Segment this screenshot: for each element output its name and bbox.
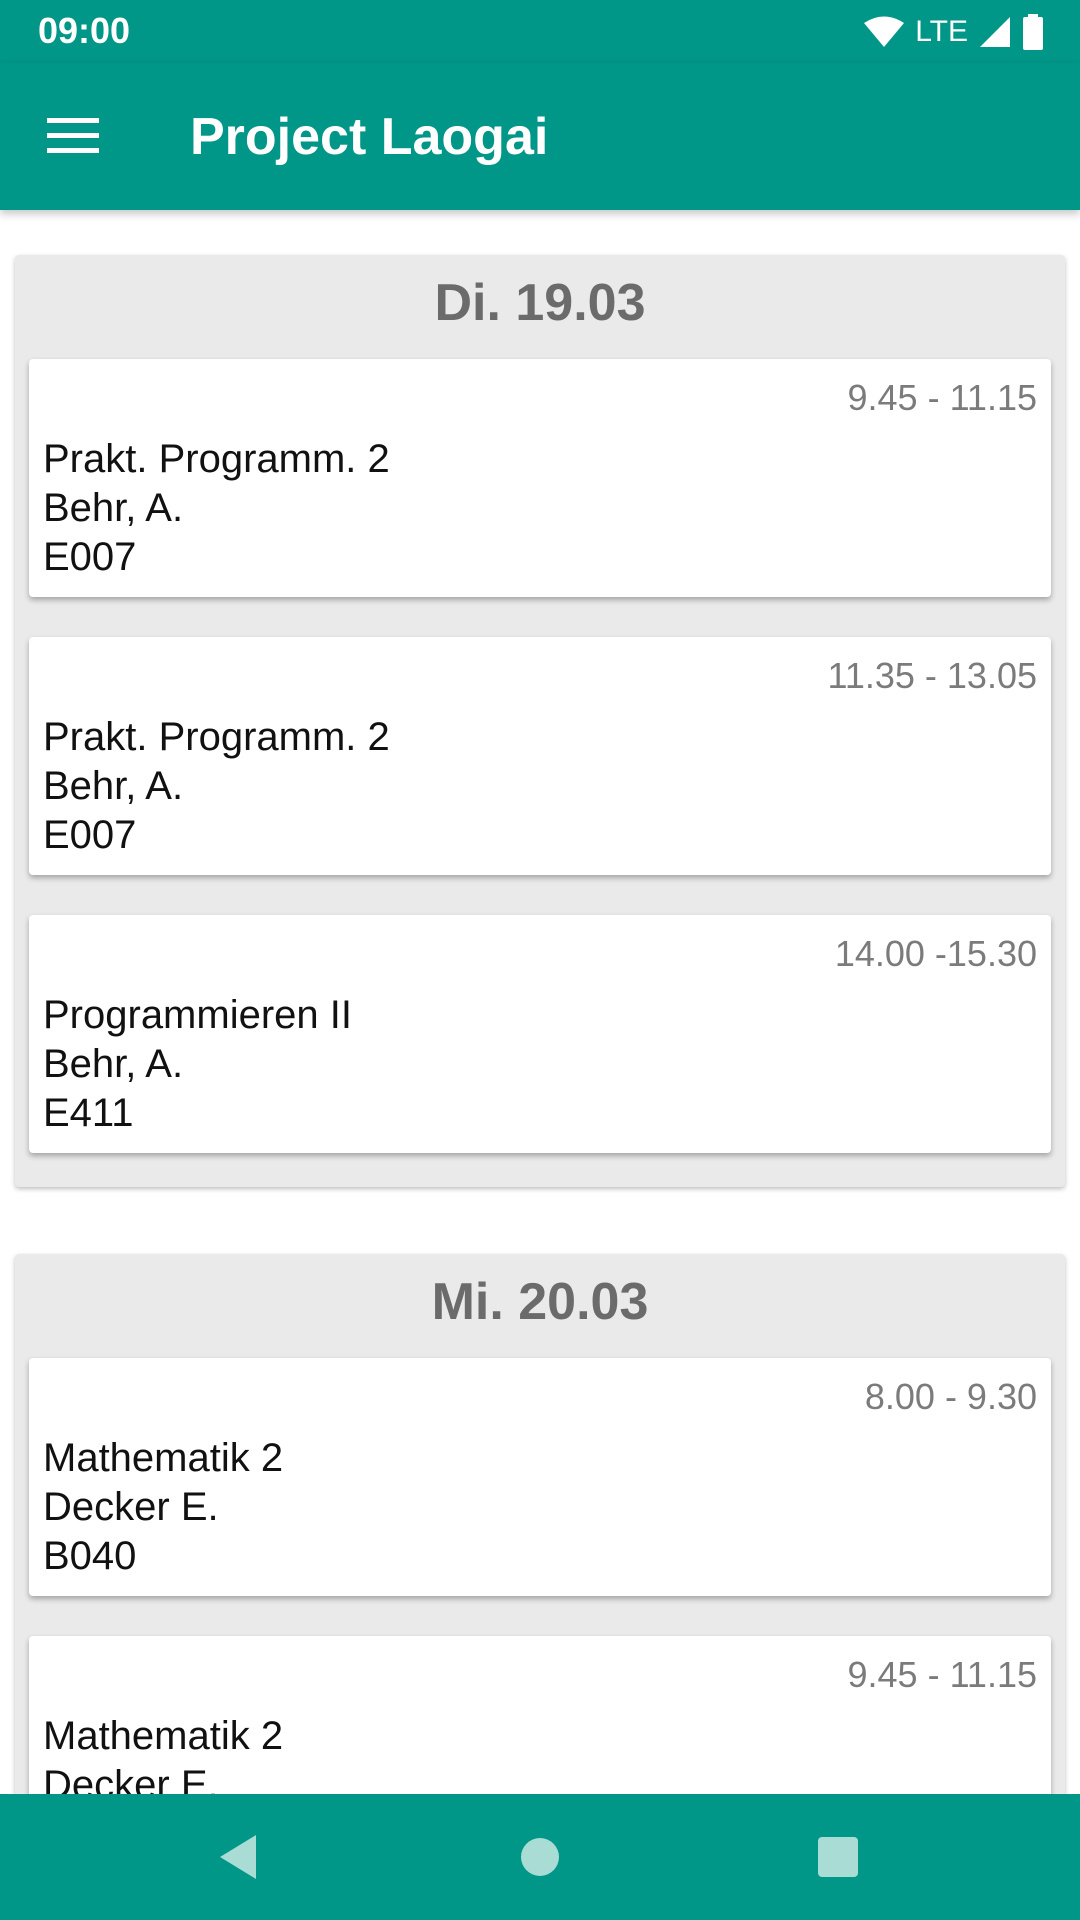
lesson-room: E007	[43, 813, 137, 857]
lesson-card[interactable]: 14.00 -15.30 Programmieren II Behr, A. E…	[29, 915, 1051, 1153]
lesson-teacher: Behr, A.	[43, 486, 184, 530]
battery-icon	[1023, 14, 1043, 50]
lesson-card[interactable]: 9.45 - 11.15 Prakt. Programm. 2 Behr, A.…	[29, 359, 1051, 597]
status-bar: 09:00 LTE	[0, 0, 1080, 63]
wifi-icon	[864, 16, 905, 47]
lesson-time: 9.45 - 11.15	[847, 1654, 1037, 1695]
lesson-time: 11.35 - 13.05	[827, 655, 1038, 696]
page-title: Project Laogai	[190, 108, 549, 166]
network-type-label: LTE	[915, 15, 968, 48]
lesson-subject: Mathematik 2	[43, 1436, 284, 1480]
lesson-time: 9.45 - 11.15	[847, 377, 1037, 418]
schedule-list[interactable]: Di. 19.03 9.45 - 11.15 Prakt. Programm. …	[0, 210, 1080, 1794]
system-nav-bar	[0, 1794, 1080, 1920]
back-icon	[220, 1835, 256, 1879]
back-button[interactable]	[198, 1824, 278, 1890]
day-header: Mi. 20.03	[431, 1273, 649, 1331]
recents-button[interactable]	[798, 1824, 878, 1890]
menu-button[interactable]	[32, 103, 114, 169]
home-icon	[521, 1838, 559, 1876]
lesson-card[interactable]: 11.35 - 13.05 Prakt. Programm. 2 Behr, A…	[29, 637, 1051, 875]
lesson-room: E411	[43, 1091, 134, 1135]
lesson-teacher: Decker E.	[43, 1763, 219, 1794]
app-bar: Project Laogai	[0, 63, 1080, 210]
day-header: Di. 19.03	[434, 274, 646, 332]
lesson-subject: Mathematik 2	[43, 1714, 284, 1758]
lesson-room: E007	[43, 535, 137, 579]
lesson-subject: Programmieren II	[43, 993, 352, 1037]
lesson-time: 14.00 -15.30	[834, 933, 1037, 974]
lesson-card[interactable]: 9.45 - 11.15 Mathematik 2 Decker E.	[29, 1636, 1051, 1794]
home-button[interactable]	[500, 1824, 580, 1890]
lesson-teacher: Decker E.	[43, 1485, 219, 1529]
lesson-subject: Prakt. Programm. 2	[43, 715, 390, 759]
lesson-subject: Prakt. Programm. 2	[43, 437, 390, 481]
recents-icon	[818, 1837, 858, 1877]
lesson-teacher: Behr, A.	[43, 1042, 184, 1086]
cell-signal-icon	[980, 17, 1010, 47]
lesson-card[interactable]: 8.00 - 9.30 Mathematik 2 Decker E. B040	[29, 1358, 1051, 1596]
day-card: Mi. 20.03 8.00 - 9.30 Mathematik 2 Decke…	[15, 1254, 1065, 1794]
hamburger-menu-icon	[47, 118, 99, 153]
status-time: 09:00	[38, 10, 131, 51]
lesson-room: B040	[43, 1534, 137, 1578]
lesson-time: 8.00 - 9.30	[864, 1376, 1037, 1417]
lesson-teacher: Behr, A.	[43, 764, 184, 808]
day-card: Di. 19.03 9.45 - 11.15 Prakt. Programm. …	[15, 255, 1065, 1187]
status-icons: LTE	[863, 12, 1044, 52]
